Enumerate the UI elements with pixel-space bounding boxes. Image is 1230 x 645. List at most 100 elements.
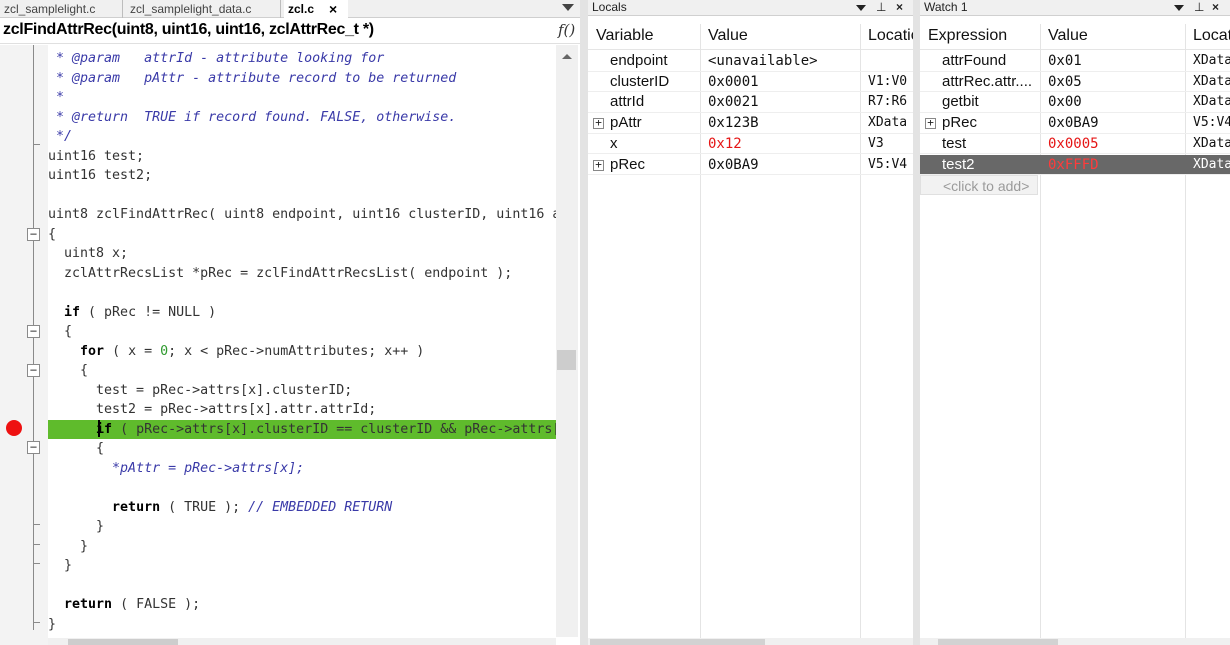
add-watch-expression-field[interactable]: <click to add> <box>920 175 1038 196</box>
code-line[interactable]: *pAttr = pRec->attrs[x]; <box>48 459 556 479</box>
locals-row[interactable]: endpoint <unavailable> <box>588 51 913 72</box>
code-line[interactable]: test2 = pRec->attrs[x].attr.attrId; <box>48 400 556 420</box>
code-line[interactable]: * <box>48 88 556 108</box>
column-header-expression[interactable]: Expression <box>920 24 1040 50</box>
fold-collapse-icon[interactable]: − <box>27 325 40 338</box>
fold-collapse-icon[interactable]: − <box>27 228 40 241</box>
code-line[interactable]: uint16 test; <box>48 147 556 167</box>
close-icon[interactable]: × <box>1212 0 1219 15</box>
fold-collapse-icon[interactable]: − <box>27 364 40 377</box>
locals-horizontal-scrollbar[interactable] <box>588 638 913 645</box>
fold-end-marker <box>33 544 40 545</box>
code-line[interactable]: * @param pAttr - attribute record to be … <box>48 69 556 89</box>
code-line[interactable]: } <box>48 556 556 576</box>
column-header-value[interactable]: Value <box>700 24 860 50</box>
editor-vertical-scroll-thumb[interactable] <box>557 350 576 370</box>
watch-row[interactable]: attrFound 0x01 XData <box>920 51 1230 72</box>
code-line[interactable]: uint8 x; <box>48 244 556 264</box>
debug-window-splitter[interactable] <box>913 0 920 645</box>
locals-value[interactable]: 0x12 <box>708 134 864 155</box>
watch-horizontal-scroll-thumb[interactable] <box>938 639 1058 645</box>
code-line[interactable]: * @return TRUE if record found. FALSE, o… <box>48 108 556 128</box>
current-statement-line[interactable]: if ( pRec->attrs[x].clusterID == cluster… <box>48 419 556 439</box>
code-line[interactable]: } <box>48 615 556 635</box>
code-line[interactable]: return ( TRUE ); // EMBEDDED RETURN <box>48 498 556 518</box>
watch-value[interactable]: 0x0005 <box>1048 134 1189 155</box>
watch-row[interactable]: getbit 0x00 XData <box>920 92 1230 114</box>
locals-value[interactable]: 0x0001 <box>708 72 864 93</box>
code-line[interactable]: { <box>48 361 556 381</box>
code-line[interactable]: } <box>48 517 556 537</box>
code-line[interactable]: * @param attrId - attribute looking for <box>48 49 556 69</box>
column-header-variable[interactable]: Variable <box>588 24 700 50</box>
column-header-location[interactable]: Location <box>860 24 913 50</box>
code-line[interactable]: zclAttrRecsList *pRec = zclFindAttrRecsL… <box>48 264 556 284</box>
code-line[interactable]: */ <box>48 127 556 147</box>
locals-value[interactable]: 0x0BA9 <box>708 155 864 176</box>
tab-zcl-samplelight[interactable]: zcl_samplelight.c <box>0 0 123 18</box>
expand-icon[interactable]: + <box>593 159 604 171</box>
watch-value[interactable]: 0x05 <box>1048 72 1189 93</box>
pin-icon[interactable]: ⊥ <box>1194 0 1204 15</box>
watch-row[interactable]: test 0x0005 XData <box>920 134 1230 155</box>
locals-row[interactable]: clusterID 0x0001 V1:V0 <box>588 72 913 93</box>
locals-value[interactable]: 0x123B <box>708 113 864 134</box>
editor-vertical-scrollbar[interactable] <box>556 45 578 637</box>
pin-icon[interactable]: ⊥ <box>876 0 886 15</box>
locals-name: pRec <box>610 155 646 173</box>
breakpoint-icon[interactable] <box>6 420 22 436</box>
editor-horizontal-scrollbar[interactable] <box>48 638 556 645</box>
watch-value[interactable]: 0x01 <box>1048 51 1189 72</box>
column-header-location[interactable]: Location <box>1185 24 1230 50</box>
watch-value[interactable]: 0xFFFD <box>1048 155 1189 176</box>
code-line[interactable]: } <box>48 537 556 557</box>
code-line[interactable]: test = pRec->attrs[x].clusterID; <box>48 381 556 401</box>
watch-value[interactable]: 0x0BA9 <box>1048 113 1189 134</box>
code-line[interactable]: if ( pRec != NULL ) <box>48 303 556 323</box>
code-line[interactable]: uint16 test2; <box>48 166 556 186</box>
code-line[interactable] <box>48 186 556 206</box>
close-tab-icon[interactable]: × <box>329 0 337 18</box>
watch-horizontal-scrollbar[interactable] <box>920 638 1230 645</box>
function-list-icon[interactable]: f() <box>558 21 575 39</box>
editor-splitter[interactable] <box>580 0 588 645</box>
locals-row[interactable]: + pRec 0x0BA9 V5:V4 <box>588 155 913 176</box>
locals-value[interactable]: 0x0021 <box>708 92 864 113</box>
watch-value[interactable]: 0x00 <box>1048 92 1189 113</box>
scroll-up-arrow-icon[interactable] <box>562 54 572 59</box>
editor-horizontal-scroll-thumb[interactable] <box>68 639 178 645</box>
locals-horizontal-scroll-thumb[interactable] <box>590 639 765 645</box>
code-line[interactable] <box>48 283 556 303</box>
code-text-area[interactable]: * @param attrId - attribute looking for … <box>48 49 556 639</box>
locals-row[interactable]: attrId 0x0021 R7:R6 <box>588 92 913 114</box>
locals-value[interactable]: <unavailable> <box>708 51 864 72</box>
expand-icon[interactable]: + <box>925 117 936 130</box>
watch-row[interactable]: + pRec 0x0BA9 V5:V4 <box>920 113 1230 134</box>
window-menu-arrow-icon[interactable] <box>1174 5 1184 11</box>
code-line[interactable] <box>48 576 556 596</box>
watch-name: attrFound <box>942 52 1007 69</box>
editor-gutter[interactable] <box>0 45 48 645</box>
code-line[interactable]: return ( FALSE ); <box>48 595 556 615</box>
code-line[interactable]: { <box>48 225 556 245</box>
locals-row[interactable]: + pAttr 0x123B XData <box>588 113 913 134</box>
locals-row[interactable]: x 0x12 V3 <box>588 134 913 155</box>
watch-name: pRec <box>942 114 978 132</box>
column-header-value[interactable]: Value <box>1040 24 1185 50</box>
code-line[interactable]: { <box>48 322 556 342</box>
tab-list-dropdown-icon[interactable] <box>562 4 574 11</box>
code-line[interactable] <box>48 478 556 498</box>
code-line[interactable]: { <box>48 439 556 459</box>
function-navigation-bar[interactable]: zclFindAttrRec(uint8, uint16, uint16, zc… <box>0 19 580 44</box>
window-menu-arrow-icon[interactable] <box>856 5 866 11</box>
expand-icon[interactable]: + <box>593 117 604 130</box>
tab-zcl-c[interactable]: zcl.c <box>284 0 348 18</box>
tab-zcl-samplelight-data[interactable]: zcl_samplelight_data.c <box>126 0 281 18</box>
current-function-signature[interactable]: zclFindAttrRec(uint8, uint16, uint16, zc… <box>3 21 374 39</box>
code-line[interactable]: uint8 zclFindAttrRec( uint8 endpoint, ui… <box>48 205 556 225</box>
watch-row[interactable]: attrRec.attr.... 0x05 XData <box>920 72 1230 93</box>
code-line[interactable]: for ( x = 0; x < pRec->numAttributes; x+… <box>48 342 556 362</box>
watch-row[interactable]: test2 0xFFFD XData <box>920 154 1230 176</box>
fold-collapse-icon[interactable]: − <box>27 441 40 454</box>
close-icon[interactable]: × <box>896 0 903 15</box>
